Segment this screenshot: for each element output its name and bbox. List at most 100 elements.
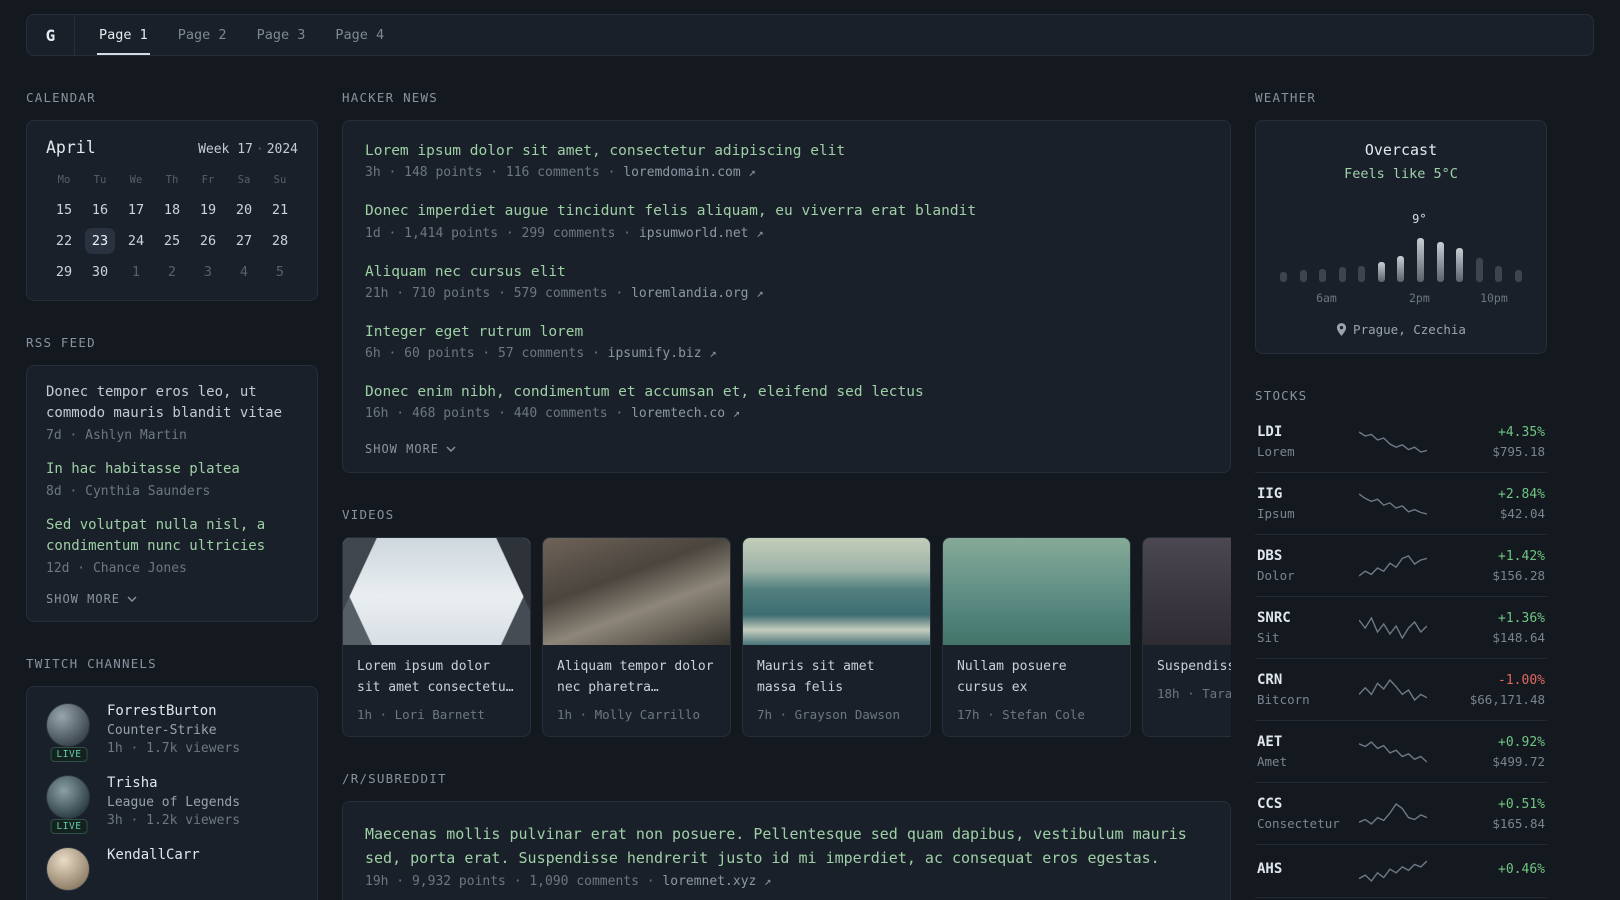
- nav-tab-label: Page 2: [177, 27, 227, 43]
- subreddit-post-domain-link[interactable]: loremnet.xyz ↗: [662, 874, 771, 889]
- rss-item-meta: 7d · Ashlyn Martin: [46, 428, 187, 443]
- avatar: [46, 703, 90, 747]
- hackernews-widget: HACKER NEWS Lorem ipsum dolor sit amet, …: [342, 90, 1231, 474]
- stock-values: +0.51% $165.84: [1437, 797, 1545, 831]
- calendar-day: 24: [127, 232, 145, 249]
- stock-sparkline: [1359, 430, 1427, 453]
- hackernews-show-more-button[interactable]: SHOW MORE: [365, 442, 1208, 456]
- weather-bar: [1299, 270, 1307, 282]
- stock-price: $148.64: [1492, 629, 1545, 645]
- twitch-channel-row[interactable]: LIVE Trisha League of Legends 3h · 1.2k …: [46, 775, 298, 834]
- rss-item: In hac habitasse platea 8d · Cynthia Sau…: [46, 459, 298, 499]
- hackernews-item-title[interactable]: Lorem ipsum dolor sit amet, consectetur …: [365, 141, 1208, 161]
- stock-symbol: SNRC: [1257, 610, 1291, 626]
- subreddit-post-domain: loremnet.xyz: [662, 874, 757, 890]
- nav-tab[interactable]: Page 1: [97, 15, 150, 55]
- weather-location-label: Prague, Czechia: [1353, 322, 1466, 337]
- rss-show-more-button[interactable]: SHOW MORE: [46, 592, 298, 606]
- calendar-weekday: Sa: [237, 174, 251, 186]
- weather-peak-temp: 9°: [1412, 212, 1427, 226]
- stock-change: +1.36%: [1498, 610, 1545, 626]
- calendar-day: 16: [91, 201, 109, 218]
- stock-sparkline: [1359, 615, 1427, 639]
- subreddit-section-title: /R/SUBREDDIT: [342, 771, 447, 787]
- stock-price: $795.18: [1492, 443, 1545, 459]
- hackernews-item-title[interactable]: Integer eget rutrum lorem: [365, 322, 1208, 342]
- video-card-body: Mauris sit amet massa felis 7h · Grayson…: [743, 645, 930, 736]
- stock-name: Dolor: [1257, 568, 1295, 583]
- calendar-year: 2024: [266, 142, 298, 157]
- hackernews-item-stats: 6h · 60 points · 57 comments ·: [365, 346, 608, 362]
- video-title[interactable]: Lorem ipsum dolor sit amet consectetu…: [357, 657, 516, 699]
- calendar-weekday: Su: [273, 174, 287, 186]
- calendar-day-grid: 15 16 17 18 19 20 21 22 23 24 25 26 27 28 29 30 1 2 3 4 5: [46, 195, 298, 286]
- nav-tab[interactable]: Page 3: [255, 15, 308, 55]
- weather-time-label: 2pm: [1409, 291, 1430, 305]
- rss-item-title[interactable]: Sed volutpat nulla nisl, a condimentum n…: [46, 515, 298, 557]
- video-card[interactable]: Nullam posuere cursus ex 17h · Stefan Co…: [942, 537, 1131, 738]
- nav-tab[interactable]: Page 4: [333, 15, 386, 55]
- rss-card: Donec tempor eros leo, ut commodo mauris…: [26, 365, 318, 622]
- subreddit-post-stats: 19h · 9,932 points · 1,090 comments ·: [365, 874, 663, 890]
- dashboard-columns: CALENDAR April Week 17 · 2024 Mo Tu We Th Fr Sa…: [0, 56, 1620, 900]
- weather-bar: [1495, 266, 1503, 282]
- video-card[interactable]: Mauris sit amet massa felis 7h · Grayson…: [742, 537, 931, 738]
- stocks-section-title: STOCKS: [1255, 388, 1308, 403]
- calendar-day: 20: [235, 201, 253, 218]
- calendar-day: 22: [55, 232, 73, 249]
- stock-change: -1.00%: [1498, 672, 1545, 688]
- stock-change: +4.35%: [1498, 424, 1545, 440]
- stock-symbol: DBS: [1257, 548, 1283, 564]
- hackernews-item-domain-link[interactable]: loremdomain.com ↗: [623, 165, 755, 180]
- hackernews-item-meta: 21h · 710 points · 579 comments · loreml…: [365, 286, 1208, 301]
- hackernews-item-domain-link[interactable]: ipsumworld.net ↗: [639, 226, 764, 241]
- weather-time-labels: 6am 2pm 10pm: [1280, 291, 1522, 306]
- stock-values: +0.92% $499.72: [1437, 735, 1545, 769]
- calendar-week-label: Week 17: [198, 142, 253, 157]
- hackernews-item-domain: loremlandia.org: [631, 285, 749, 301]
- video-title[interactable]: Aliquam tempor dolor nec pharetra…: [557, 657, 716, 699]
- video-title[interactable]: Mauris sit amet massa felis: [757, 657, 916, 699]
- stock-row: AET Amet +0.92% $499.72: [1255, 721, 1547, 783]
- rss-item-meta: 12d · Chance Jones: [46, 561, 187, 576]
- calendar-day: 4: [239, 263, 249, 280]
- hackernews-item-domain-link[interactable]: ipsumify.biz ↗: [608, 346, 717, 361]
- video-title[interactable]: Suspendiss diam: [1157, 657, 1231, 678]
- calendar-day: 29: [55, 263, 73, 280]
- hackernews-item-title[interactable]: Donec imperdiet augue tincidunt felis al…: [365, 201, 1208, 221]
- stock-id: CCS Consectetur: [1257, 796, 1349, 831]
- nav-tab[interactable]: Page 2: [176, 15, 229, 55]
- video-card[interactable]: Lorem ipsum dolor sit amet consectetu… 1…: [342, 537, 531, 738]
- rss-item-title[interactable]: In hac habitasse platea: [46, 459, 298, 480]
- weather-hourly-chart: 9°: [1280, 204, 1522, 282]
- app-logo[interactable]: G: [27, 15, 75, 55]
- hackernews-item-title[interactable]: Aliquam nec cursus elit: [365, 262, 1208, 282]
- stock-values: +4.35% $795.18: [1437, 425, 1545, 459]
- twitch-channel-row[interactable]: KendallCarr: [46, 847, 298, 891]
- weather-bar: [1417, 238, 1425, 282]
- twitch-channel-row[interactable]: LIVE ForrestBurton Counter-Strike 1h · 1…: [46, 703, 298, 762]
- weather-card: Overcast Feels like 5°C 9° 6am 2pm 10pm Pr…: [1255, 120, 1547, 354]
- hackernews-item-domain-link[interactable]: loremlandia.org ↗: [631, 286, 763, 301]
- hackernews-item: Lorem ipsum dolor sit amet, consectetur …: [365, 141, 1208, 180]
- videos-widget: VIDEOS Lorem ipsum dolor sit amet consec…: [342, 507, 1231, 738]
- video-card[interactable]: Suspendiss diam 18h · Tara: [1142, 537, 1231, 738]
- subreddit-post-title[interactable]: Maecenas mollis pulvinar erat non posuer…: [365, 822, 1208, 870]
- subreddit-post: Maecenas mollis pulvinar erat non posuer…: [365, 822, 1208, 889]
- rss-item-title[interactable]: Donec tempor eros leo, ut commodo mauris…: [46, 382, 298, 424]
- twitch-channel-game: Counter-Strike: [107, 723, 217, 738]
- stock-name: Amet: [1257, 754, 1288, 769]
- video-card[interactable]: Aliquam tempor dolor nec pharetra… 1h · …: [542, 537, 731, 738]
- hackernews-item-title[interactable]: Donec enim nibh, condimentum et accumsan…: [365, 382, 1208, 402]
- hackernews-item-domain-link[interactable]: loremtech.co ↗: [631, 406, 740, 421]
- weather-bar: [1358, 266, 1366, 282]
- weather-location: Prague, Czechia: [1274, 322, 1528, 337]
- video-title[interactable]: Nullam posuere cursus ex: [957, 657, 1116, 699]
- hackernews-item: Aliquam nec cursus elit 21h · 710 points…: [365, 262, 1208, 301]
- stock-id: AET Amet: [1257, 734, 1349, 769]
- stock-row: CCS Consectetur +0.51% $165.84: [1255, 783, 1547, 845]
- calendar-weekday: Mo: [57, 174, 71, 186]
- stock-name: Bitcorn: [1257, 692, 1310, 707]
- rss-item: Sed volutpat nulla nisl, a condimentum n…: [46, 515, 298, 576]
- weather-bar: [1280, 272, 1287, 282]
